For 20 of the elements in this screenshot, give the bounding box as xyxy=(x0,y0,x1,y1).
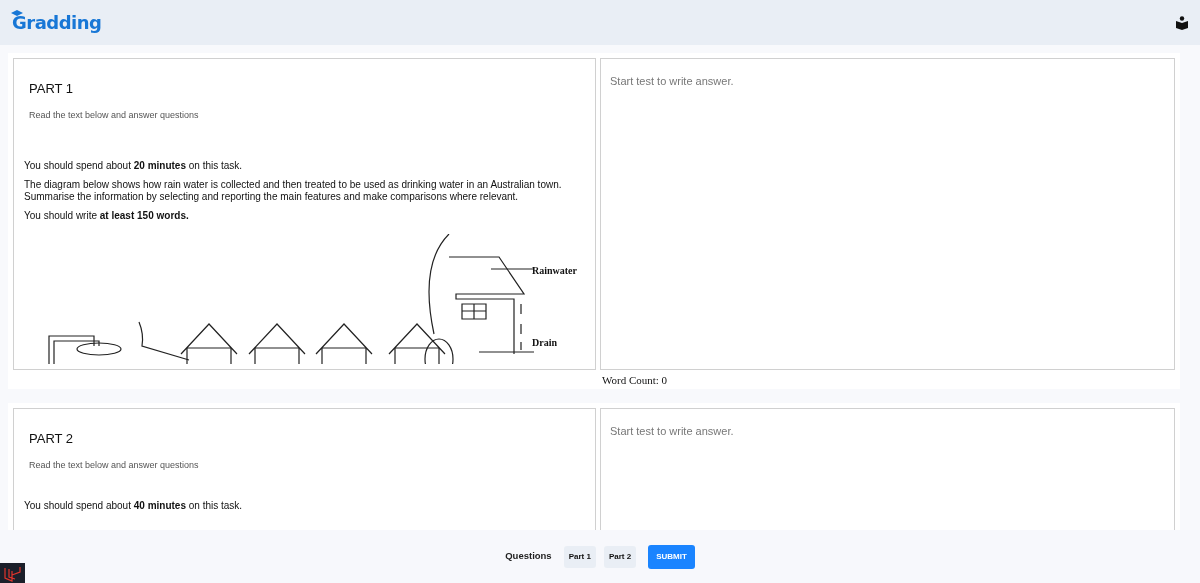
questions-label: Questions xyxy=(505,549,552,564)
part-button[interactable]: Part 2 xyxy=(603,545,637,568)
answer-field[interactable]: Start test to write answer. xyxy=(600,58,1175,370)
instructions-text: Read the text below and answer questions xyxy=(29,458,200,472)
reading-person-icon[interactable] xyxy=(1176,15,1188,30)
diagram-label: Rainwater xyxy=(532,265,577,276)
task-paragraph: The diagram below shows how rain water is collected and then treated to be used as drinking water in an Australian town. Summarise the information by selecting and reporting the main features and make comparisons where relevant. xyxy=(24,179,563,203)
answer-field[interactable]: Start test to write answer. xyxy=(600,408,1175,530)
diagram-label: Drain xyxy=(532,337,557,348)
logo[interactable]: Gradding xyxy=(12,9,102,36)
task-paragraph: You should spend about 40 minutes on this task. xyxy=(24,500,244,512)
part-title: PART 2 xyxy=(29,430,75,448)
word-count: Word Count: 0 xyxy=(602,373,669,388)
task-paragraph: You should spend about 20 minutes on this task. xyxy=(24,160,244,172)
laravel-logo-icon xyxy=(0,563,25,583)
part-title: PART 1 xyxy=(29,80,75,98)
instructions-text: Read the text below and answer questions xyxy=(29,108,200,122)
task-paragraph: You should write at least 150 words. xyxy=(24,210,190,222)
submit-button[interactable]: SUBMIT xyxy=(648,544,695,569)
part-button[interactable]: Part 1 xyxy=(563,545,596,568)
